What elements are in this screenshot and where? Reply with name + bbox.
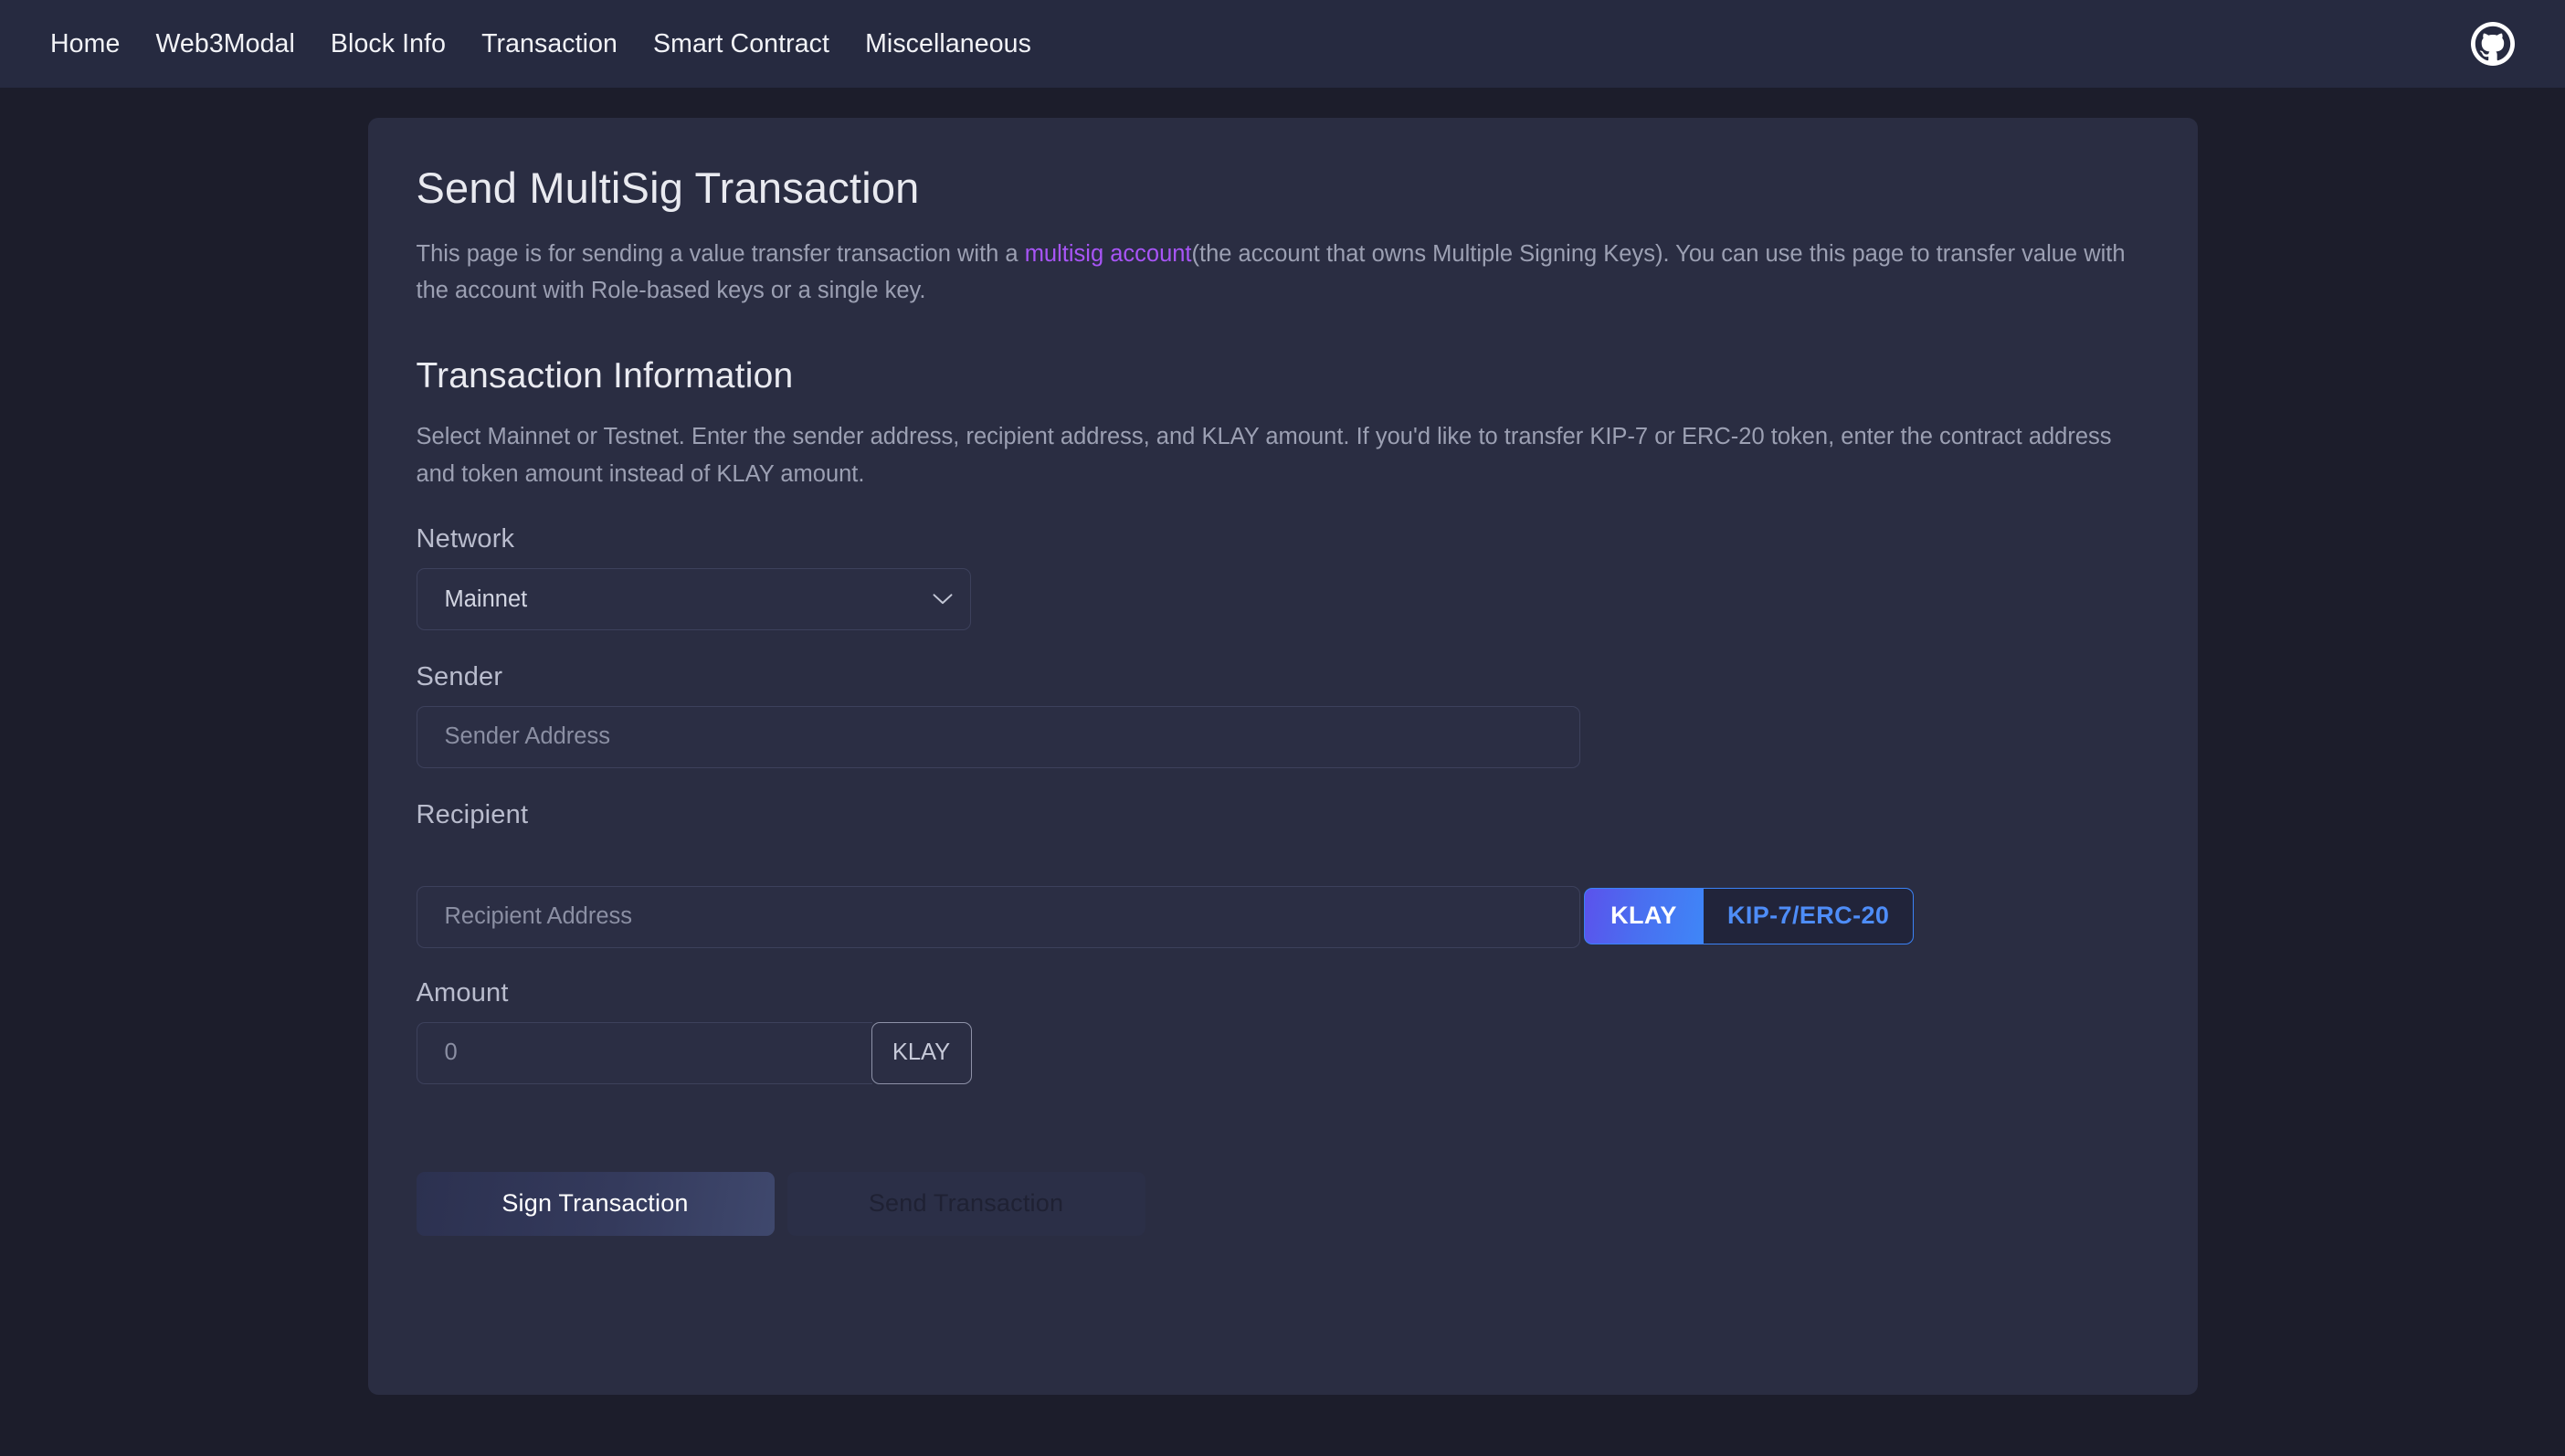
navbar-right-actions xyxy=(2471,22,2528,66)
toggle-kip7-erc20[interactable]: KIP-7/ERC-20 xyxy=(1702,887,1915,944)
primary-navigation: Home Web3Modal Block Info Transaction Sm… xyxy=(50,29,1031,59)
nav-item-home[interactable]: Home xyxy=(50,29,120,59)
nav-item-block-info[interactable]: Block Info xyxy=(331,29,446,59)
amount-unit-badge: KLAY xyxy=(871,1021,972,1084)
page-description: This page is for sending a value transfe… xyxy=(417,236,2152,310)
page-body: Send MultiSig Transaction This page is f… xyxy=(0,88,2565,1456)
sender-label: Sender xyxy=(416,661,503,691)
token-type-toggle-group: KLAY KIP-7/ERC-20 xyxy=(1583,887,1915,944)
sender-address-input[interactable] xyxy=(416,705,1580,768)
amount-input[interactable] xyxy=(416,1021,872,1084)
amount-field-row: KLAY xyxy=(416,1021,2152,1084)
section-description: Select Mainnet or Testnet. Enter the sen… xyxy=(416,424,2112,487)
nav-item-miscellaneous[interactable]: Miscellaneous xyxy=(865,29,1031,59)
transaction-card: Send MultiSig Transaction This page is f… xyxy=(367,118,2198,1395)
recipient-address-input[interactable] xyxy=(416,885,1580,948)
page-title: Send MultiSig Transaction xyxy=(416,164,920,212)
action-button-row: Sign Transaction Send Transaction xyxy=(416,1171,2152,1236)
toggle-klay[interactable]: KLAY xyxy=(1583,887,1703,944)
page-description-part-1: This page is for sending a value transfe… xyxy=(416,240,1025,267)
amount-label: Amount xyxy=(416,977,509,1008)
sign-transaction-button[interactable]: Sign Transaction xyxy=(416,1171,775,1236)
github-icon[interactable] xyxy=(2471,22,2515,66)
network-select[interactable]: Mainnet Testnet xyxy=(416,567,971,630)
nav-item-smart-contract[interactable]: Smart Contract xyxy=(653,29,829,59)
network-select-wrapper: Mainnet Testnet xyxy=(416,567,971,630)
send-transaction-button[interactable]: Send Transaction xyxy=(786,1171,1145,1236)
nav-item-transaction[interactable]: Transaction xyxy=(481,29,618,59)
nav-item-web3modal[interactable]: Web3Modal xyxy=(155,29,294,59)
section-title-transaction-information: Transaction Information xyxy=(416,356,794,396)
top-navbar: Home Web3Modal Block Info Transaction Sm… xyxy=(0,0,2565,88)
multisig-account-link[interactable]: multisig account xyxy=(1025,241,1192,267)
network-label: Network xyxy=(416,523,515,554)
recipient-label: Recipient xyxy=(416,799,529,829)
